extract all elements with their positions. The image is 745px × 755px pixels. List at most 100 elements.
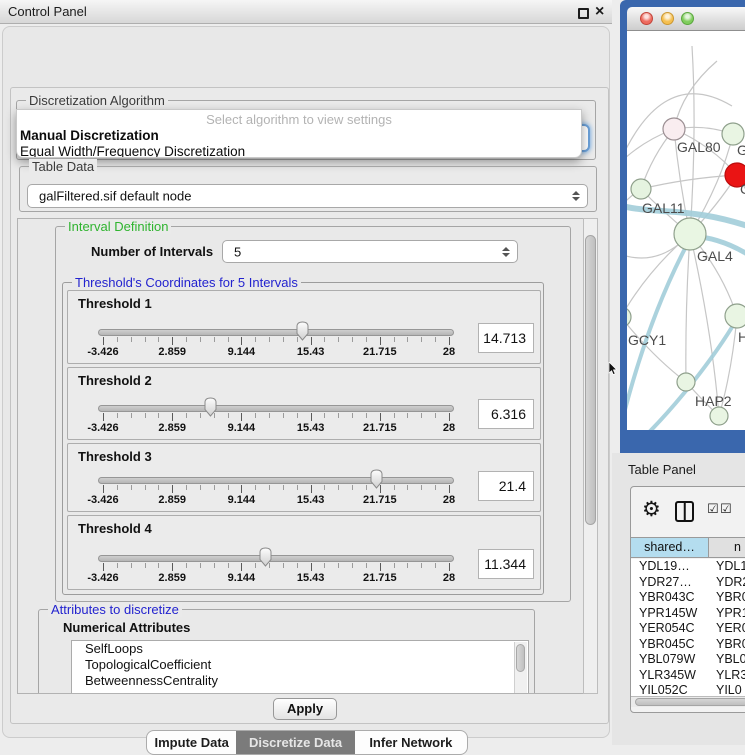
list-item[interactable]: SelfLoops (72, 641, 528, 657)
table-hscrollbar-thumb[interactable] (635, 698, 745, 706)
slider-track[interactable] (98, 405, 454, 412)
table-row[interactable]: YIL052CYIL0 (631, 683, 745, 696)
minor-tick (338, 485, 339, 490)
node-label: GAL80 (677, 139, 721, 155)
table-row[interactable]: YLR345WYLR3 (631, 668, 745, 684)
tick-label: 9.144 (216, 422, 266, 434)
cell-shared-name: YBL079W (631, 652, 709, 668)
minor-tick (255, 337, 256, 342)
threshold-value-field[interactable]: 6.316 (478, 399, 534, 429)
table-data-combo[interactable]: galFiltered.sif default node (27, 184, 588, 208)
list-item[interactable]: BetweennessCentrality (72, 673, 528, 689)
slider-thumb[interactable] (368, 469, 385, 489)
minor-tick (435, 337, 436, 342)
table-row[interactable]: YBR045CYBR0 (631, 637, 745, 653)
minor-tick (186, 337, 187, 342)
cell-name: YBR0 (709, 637, 745, 653)
minor-tick (324, 485, 325, 490)
cell-name: YBL0 (709, 652, 745, 668)
numerical-attributes-list[interactable]: SelfLoopsTopologicalCoefficientBetweenne… (71, 640, 529, 694)
threshold-panel: Threshold 4-3.4262.8599.14415.4321.71528… (67, 515, 541, 590)
table-row[interactable]: YER054CYER0 (631, 621, 745, 637)
tab-impute-data[interactable]: Impute Data (147, 731, 236, 754)
slider-track[interactable] (98, 329, 454, 336)
list-item[interactable]: TopologicalCoefficient (72, 657, 528, 673)
column-header-name[interactable]: n (709, 538, 745, 557)
algorithm-option-manual[interactable]: Manual Discretization (20, 128, 159, 143)
major-tick (103, 413, 104, 421)
algorithm-hint-item[interactable]: Select algorithm to view settings (17, 112, 581, 127)
float-window-icon[interactable] (578, 8, 589, 19)
table-row[interactable]: YBR043CYBR0 (631, 590, 745, 606)
mouse-cursor (608, 362, 618, 376)
settings-scrollbar[interactable] (583, 218, 598, 694)
close-light[interactable] (640, 12, 653, 25)
tab-infer-network[interactable]: Infer Network (355, 731, 467, 754)
minor-tick (158, 485, 159, 490)
table-row[interactable]: YDR27…YDR2 (631, 575, 745, 591)
minor-tick (117, 563, 118, 568)
settings-scrollbar-thumb[interactable] (585, 235, 596, 525)
cell-shared-name: YBR045C (631, 637, 709, 653)
list-scrollbar[interactable] (514, 642, 527, 694)
minor-tick (338, 337, 339, 342)
network-window-titlebar[interactable] (627, 7, 745, 31)
cell-name: YLR3 (709, 668, 745, 684)
threshold-value-field[interactable]: 11.344 (478, 549, 534, 579)
split-columns-icon[interactable] (675, 501, 694, 522)
threshold-panel: Threshold 3-3.4262.8599.14415.4321.71528… (67, 443, 541, 512)
minor-tick (131, 563, 132, 568)
number-of-intervals-combo[interactable]: 5 (222, 240, 518, 263)
gear-icon[interactable]: ⚙ (642, 497, 661, 522)
minor-tick (228, 337, 229, 342)
column-header-shared-name[interactable]: shared… (631, 538, 709, 557)
zoom-light[interactable] (681, 12, 694, 25)
interval-definition-label: Interval Definition (65, 219, 171, 234)
slider-thumb[interactable] (257, 547, 274, 567)
cell-shared-name: YPR145W (631, 606, 709, 622)
minor-tick (407, 485, 408, 490)
close-icon[interactable]: × (595, 2, 604, 22)
threshold-value-field[interactable]: 14.713 (478, 323, 534, 353)
tick-label: 9.144 (216, 572, 266, 584)
threshold-value-field[interactable]: 21.4 (478, 471, 534, 501)
panel-title: Control Panel (8, 4, 87, 19)
node-label: G (737, 142, 745, 158)
minor-tick (366, 413, 367, 418)
minor-tick (435, 563, 436, 568)
checkbox-checked-icon[interactable]: ☑ (720, 501, 732, 517)
tick-label: -3.426 (78, 422, 128, 434)
algorithm-option-equal-width[interactable]: Equal Width/Frequency Discretization (20, 144, 245, 158)
network-canvas[interactable]: GAL80GCGAL11GAL4GCY1HHAP2 (627, 31, 745, 430)
minor-tick (214, 337, 215, 342)
combo-stepper-icon[interactable] (502, 247, 510, 257)
table-toolbar: ⚙ ☑ ☑ (631, 487, 745, 537)
network-view-window: GAL80GCGAL11GAL4GCY1HHAP2 (620, 0, 745, 453)
list-scrollbar-thumb[interactable] (516, 644, 525, 672)
minor-tick (255, 413, 256, 418)
slider-thumb[interactable] (294, 321, 311, 341)
major-tick (103, 563, 104, 571)
slider-track[interactable] (98, 555, 454, 562)
tick-label: 28 (424, 422, 474, 434)
slider-thumb[interactable] (202, 397, 219, 417)
major-tick (311, 413, 312, 421)
node-GCY1 (627, 307, 631, 327)
apply-button[interactable]: Apply (273, 698, 337, 720)
checkbox-checked-icon[interactable]: ☑ (707, 501, 719, 517)
minor-tick (255, 485, 256, 490)
minimize-light[interactable] (661, 12, 674, 25)
table-row[interactable]: YBL079WYBL0 (631, 652, 745, 668)
combo-stepper-icon[interactable] (572, 191, 580, 201)
minor-tick (324, 337, 325, 342)
table-hscrollbar[interactable] (631, 696, 745, 707)
slider-track[interactable] (98, 477, 454, 484)
minor-tick (214, 563, 215, 568)
thresholds-group-label: Threshold's Coordinates for 5 Intervals (72, 275, 301, 290)
table-row[interactable]: YPR145WYPR1 (631, 606, 745, 622)
minor-tick (352, 485, 353, 490)
table-row[interactable]: YDL19…YDL1 (631, 559, 745, 575)
minor-tick (186, 413, 187, 418)
tab-discretize-data[interactable]: Discretize Data (236, 731, 354, 754)
cyni-toolbox-content: Discretization Algorithm Select algorith… (10, 87, 609, 724)
